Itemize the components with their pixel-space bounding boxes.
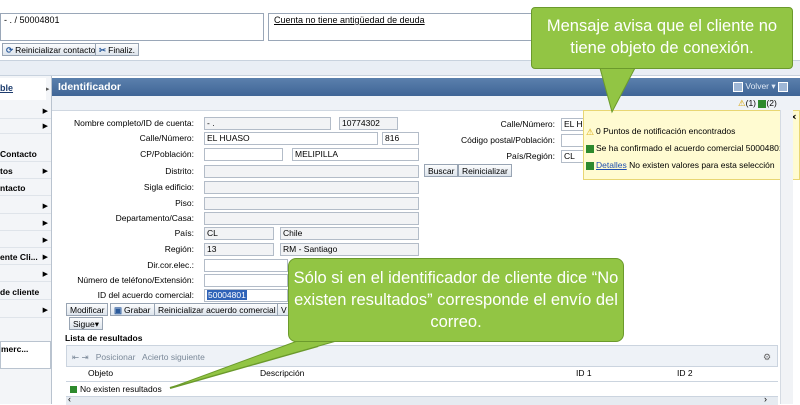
top-callout: Mensaje avisa que el cliente no tiene ob… (531, 7, 793, 69)
bottom-callout: Sólo si en el identificador de cliente d… (288, 258, 624, 342)
top-callout-pointer (599, 67, 636, 114)
bottom-callout-pointer (169, 339, 341, 389)
